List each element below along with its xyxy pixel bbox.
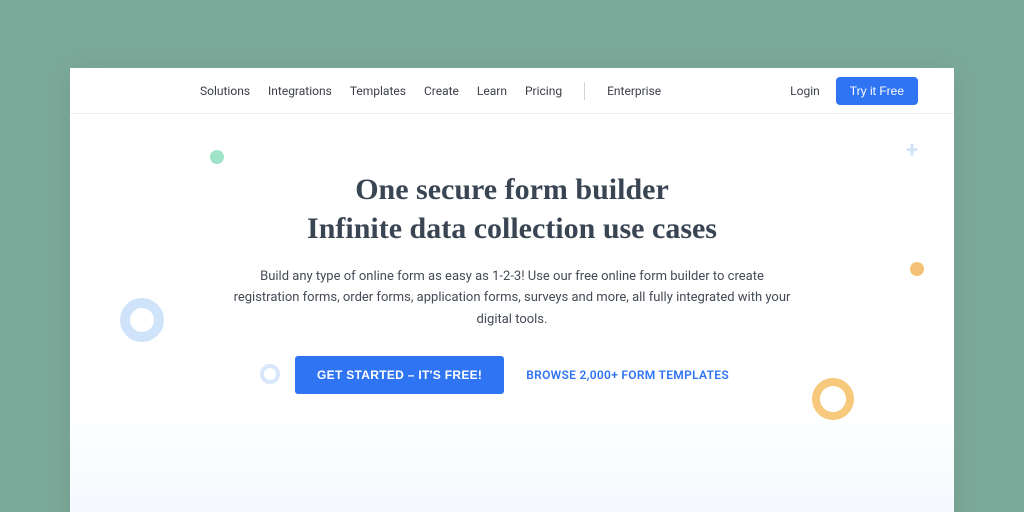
get-started-button[interactable]: GET STARTED – IT'S FREE! [295, 356, 504, 394]
hero-title-line1: One secure form builder [355, 173, 669, 206]
nav-links: Solutions Integrations Templates Create … [200, 82, 661, 100]
nav-solutions[interactable]: Solutions [200, 84, 250, 98]
hero: One secure form builder Infinite data co… [70, 114, 954, 394]
nav-enterprise[interactable]: Enterprise [607, 84, 661, 98]
nav-create[interactable]: Create [424, 84, 459, 98]
nav-templates[interactable]: Templates [350, 84, 406, 98]
try-free-button[interactable]: Try it Free [836, 77, 918, 105]
hero-actions: GET STARTED – IT'S FREE! BROWSE 2,000+ F… [150, 356, 874, 394]
top-nav: Solutions Integrations Templates Create … [70, 68, 954, 114]
nav-learn[interactable]: Learn [477, 84, 507, 98]
hero-subtitle: Build any type of online form as easy as… [232, 266, 792, 330]
hero-title-line2: Infinite data collection use cases [307, 212, 717, 245]
hero-title: One secure form builder Infinite data co… [150, 170, 874, 248]
nav-integrations[interactable]: Integrations [268, 84, 332, 98]
nav-pricing[interactable]: Pricing [525, 84, 562, 98]
browse-templates-link[interactable]: BROWSE 2,000+ FORM TEMPLATES [526, 368, 729, 382]
nav-right: Login Try it Free [790, 77, 918, 105]
landing-page: Solutions Integrations Templates Create … [70, 68, 954, 512]
nav-separator [584, 82, 585, 100]
login-link[interactable]: Login [790, 84, 820, 98]
